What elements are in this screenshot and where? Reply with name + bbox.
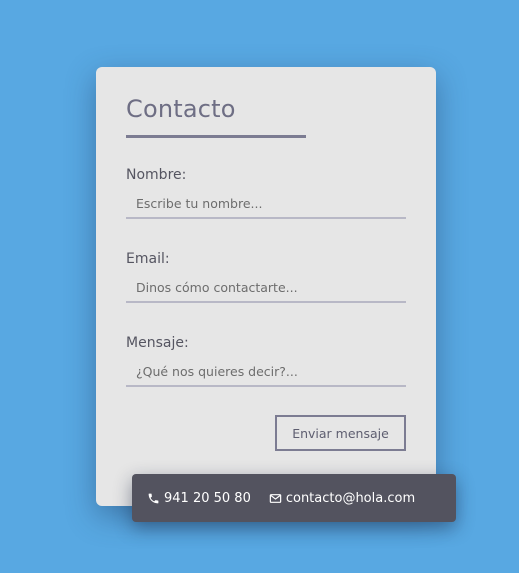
title-underline [126,135,306,138]
send-message-button[interactable]: Enviar mensaje [275,415,406,451]
email-address: contacto@hola.com [285,490,416,506]
phone-info[interactable]: 941 20 50 80 [147,491,251,506]
contact-info-bar: 941 20 50 80 contacto@hola.com [132,474,456,522]
phone-icon [147,492,160,505]
message-input[interactable] [126,357,406,387]
form-title: Contacto [126,95,236,123]
name-input[interactable] [126,189,406,219]
envelope-icon [269,492,282,505]
email-info[interactable]: contacto@hola.com [269,491,415,506]
message-label: Mensaje: [126,335,189,351]
email-label: Email: [126,251,170,267]
contact-form-card: Contacto Nombre: Email: Mensaje: Enviar … [96,67,436,506]
phone-number: 941 20 50 80 [164,490,251,506]
name-label: Nombre: [126,167,187,183]
email-input[interactable] [126,273,406,303]
